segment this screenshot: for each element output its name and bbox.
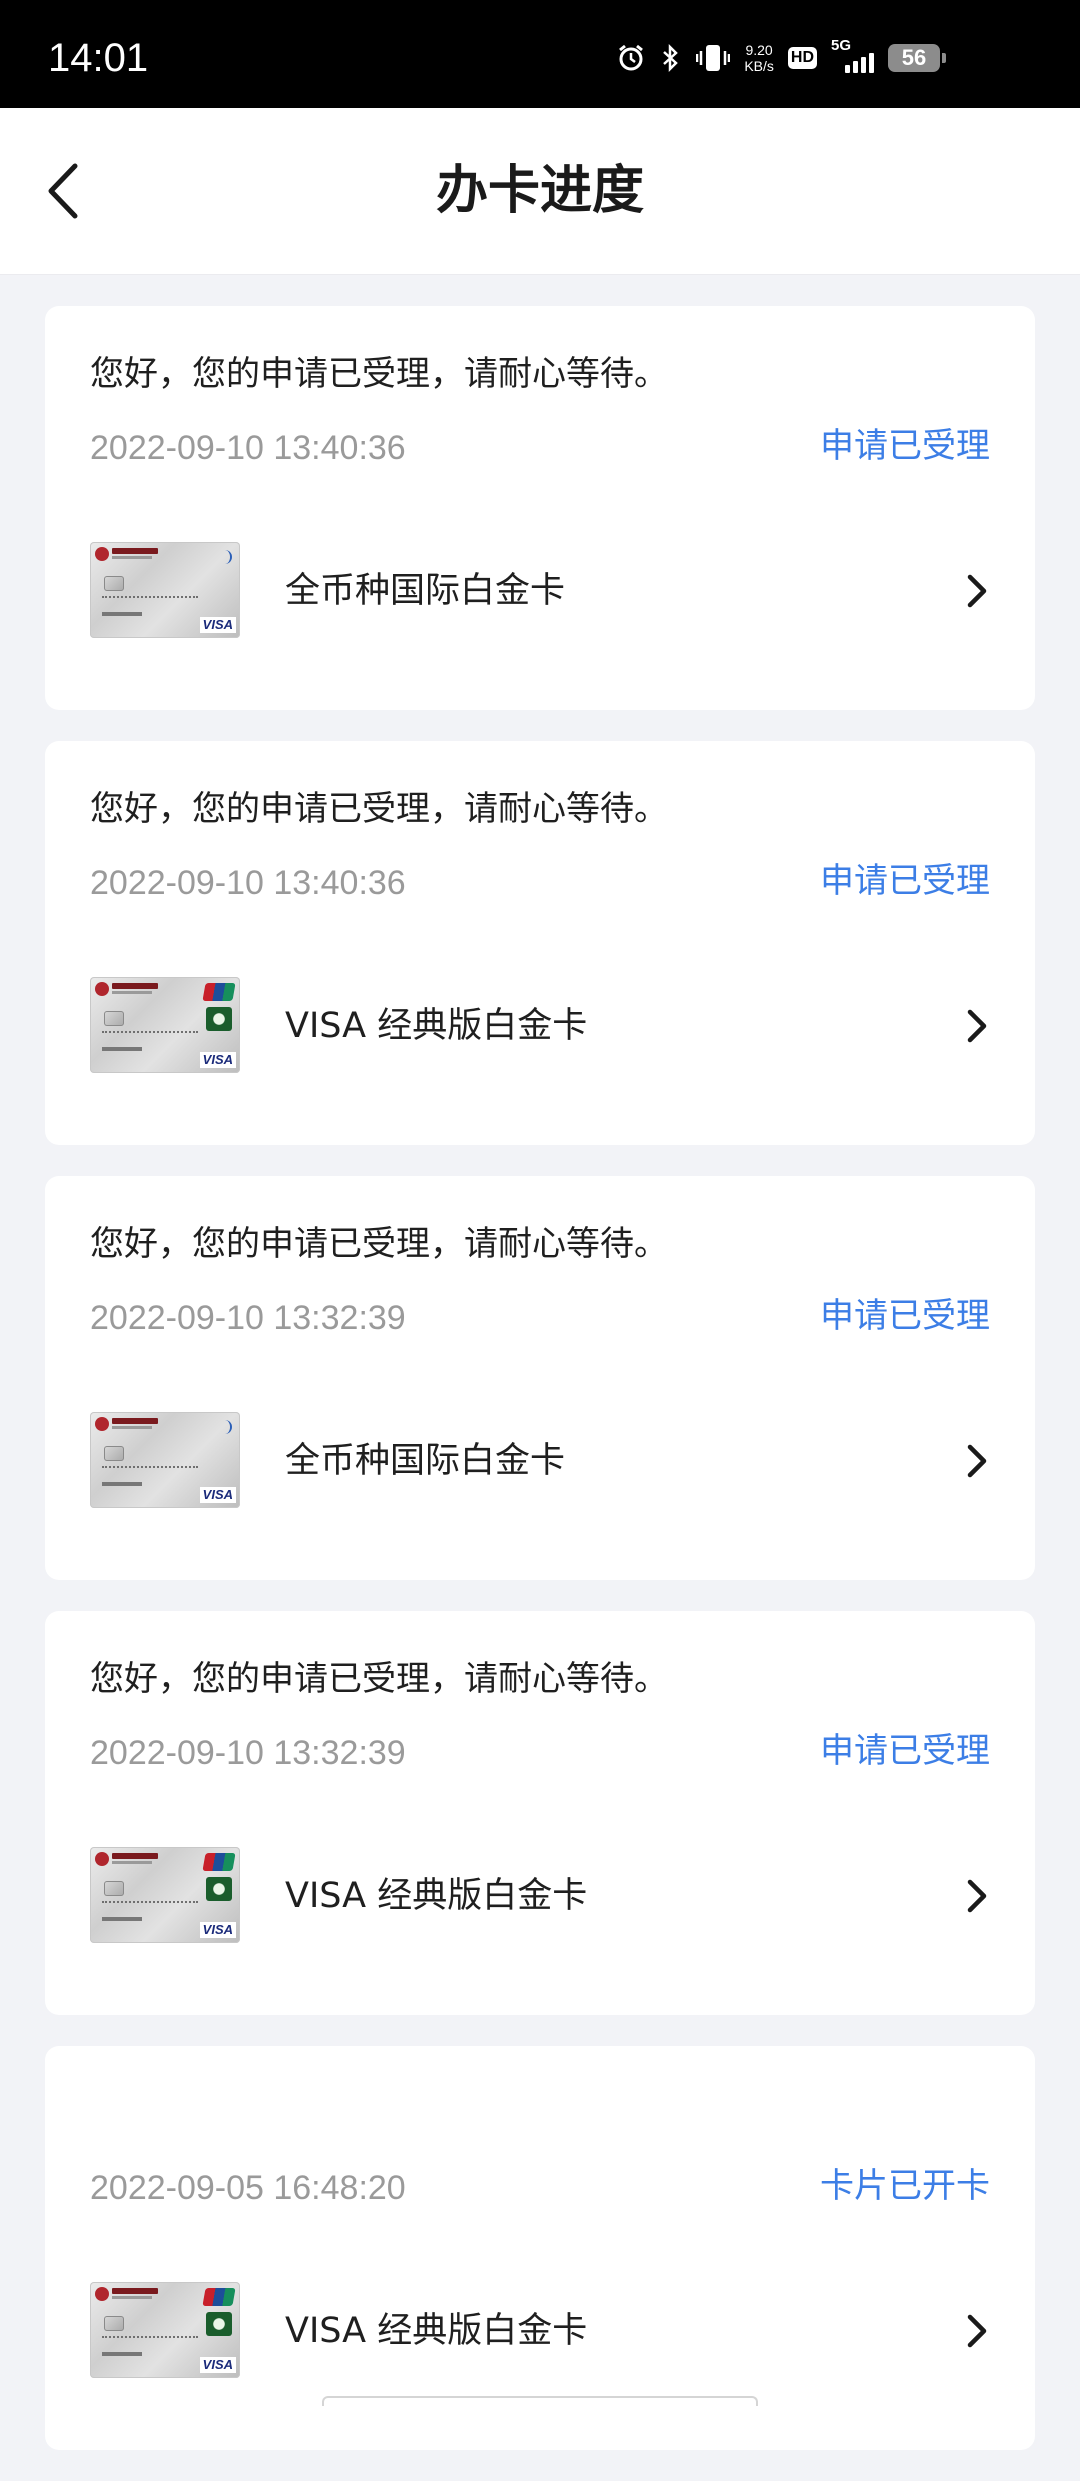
application-time: 2022-09-10 13:32:39 [90, 1734, 406, 1772]
net-speed-value: 9.20 [745, 42, 773, 58]
bank-logo-icon [95, 1417, 109, 1431]
chip-icon [104, 576, 124, 591]
chevron-right-icon [964, 2311, 990, 2351]
visa-logo-icon: VISA [199, 2357, 236, 2373]
net-speed-unit: KB/s [744, 58, 774, 74]
net-speed: 9.20 KB/s [744, 42, 774, 74]
visa-logo-icon: VISA [199, 1052, 236, 1068]
hologram-icon [206, 1877, 232, 1901]
card-detail-row[interactable]: VISA 全币种国际白金卡 [90, 1412, 990, 1510]
application-card: 您好，您的申请已受理，请耐心等待。 2022-09-10 13:32:39 申请… [45, 1611, 1035, 2015]
unionpay-logo-icon [202, 983, 236, 1001]
chevron-right-icon [964, 1441, 990, 1481]
signal-5g-icon: 5G [831, 37, 874, 73]
application-status[interactable]: 卡片已开卡 [820, 2166, 990, 2207]
application-status[interactable]: 申请已受理 [820, 861, 990, 902]
card-product-name: VISA 经典版白金卡 [285, 1876, 588, 1916]
card-thumbnail: VISA [90, 1847, 240, 1943]
bank-logo-icon [95, 547, 109, 561]
hd-icon: HD [787, 47, 817, 69]
bank-logo-icon [95, 982, 109, 996]
application-time: 2022-09-05 16:48:20 [90, 2169, 406, 2207]
contactless-icon [220, 1420, 232, 1434]
card-product-name: 全币种国际白金卡 [285, 571, 566, 611]
card-product-name: 全币种国际白金卡 [285, 1441, 566, 1481]
home-indicator[interactable] [322, 2396, 758, 2406]
application-card: 您好，您的申请已受理，请耐心等待。 2022-09-10 13:32:39 申请… [45, 1176, 1035, 1580]
vibrate-icon [696, 43, 731, 73]
unionpay-logo-icon [202, 2288, 236, 2306]
application-message: 您好，您的申请已受理，请耐心等待。 [90, 354, 668, 394]
battery-level: 56 [901, 45, 927, 70]
card-thumbnail: VISA [90, 2282, 240, 2378]
application-message: 您好，您的申请已受理，请耐心等待。 [90, 1659, 668, 1699]
network-type: 5G [831, 37, 852, 54]
card-container: 您好，您的申请已受理，请耐心等待。 2022-09-10 13:40:36 申请… [45, 306, 1035, 2450]
hologram-icon [206, 2312, 232, 2336]
application-card: 您好，您的申请已受理，请耐心等待。 2022-09-10 13:40:36 申请… [45, 306, 1035, 710]
chip-icon [104, 1881, 124, 1896]
visa-logo-icon: VISA [199, 1922, 236, 1938]
visa-logo-icon: VISA [199, 1487, 236, 1503]
card-detail-row[interactable]: VISA VISA 经典版白金卡 [90, 977, 990, 1075]
application-time: 2022-09-10 13:32:39 [90, 1299, 406, 1337]
application-list: 您好，您的申请已受理，请耐心等待。 2022-09-10 13:40:36 申请… [45, 306, 1035, 2481]
page-title: 办卡进度 [435, 161, 644, 221]
bluetooth-icon [660, 43, 682, 73]
visa-logo-icon: VISA [199, 617, 236, 633]
application-message: 您好，您的申请已受理，请耐心等待。 [90, 789, 668, 829]
card-detail-row[interactable]: VISA VISA 经典版白金卡 [90, 1847, 990, 1945]
application-status[interactable]: 申请已受理 [820, 1296, 990, 1337]
battery-icon: 56 [888, 44, 946, 72]
chip-icon [104, 1011, 124, 1026]
card-detail-row[interactable]: VISA VISA 经典版白金卡 [90, 2282, 990, 2380]
card-product-name: VISA 经典版白金卡 [285, 1006, 588, 1046]
application-card: 2022-09-05 16:48:20 卡片已开卡 VISA VISA 经典版白… [45, 2046, 1035, 2450]
chevron-right-icon [964, 1876, 990, 1916]
card-thumbnail: VISA [90, 1412, 240, 1508]
application-status[interactable]: 申请已受理 [820, 1731, 990, 1772]
application-card: 您好，您的申请已受理，请耐心等待。 2022-09-10 13:40:36 申请… [45, 741, 1035, 1145]
app-bar: 办卡进度 [0, 108, 1080, 275]
card-product-name: VISA 经典版白金卡 [285, 2311, 588, 2351]
card-detail-row[interactable]: VISA 全币种国际白金卡 [90, 542, 990, 640]
hologram-icon [206, 1007, 232, 1031]
status-icons: 9.20 KB/s HD 5G 56 [616, 37, 946, 76]
application-time: 2022-09-10 13:40:36 [90, 429, 406, 467]
status-time: 14:01 [48, 36, 149, 80]
contactless-icon [220, 550, 232, 564]
bank-logo-icon [95, 1852, 109, 1866]
alarm-icon [616, 43, 646, 73]
unionpay-logo-icon [202, 1853, 236, 1871]
application-status[interactable]: 申请已受理 [820, 426, 990, 467]
chevron-right-icon [964, 571, 990, 611]
card-thumbnail: VISA [90, 977, 240, 1073]
card-thumbnail: VISA [90, 542, 240, 638]
bank-logo-icon [95, 2287, 109, 2301]
chevron-right-icon [964, 1006, 990, 1046]
chip-icon [104, 1446, 124, 1461]
application-message: 您好，您的申请已受理，请耐心等待。 [90, 1224, 668, 1264]
status-bar: 14:01 9.20 KB/s HD 5G 56 [0, 0, 1080, 108]
chip-icon [104, 2316, 124, 2331]
application-time: 2022-09-10 13:40:36 [90, 864, 406, 902]
